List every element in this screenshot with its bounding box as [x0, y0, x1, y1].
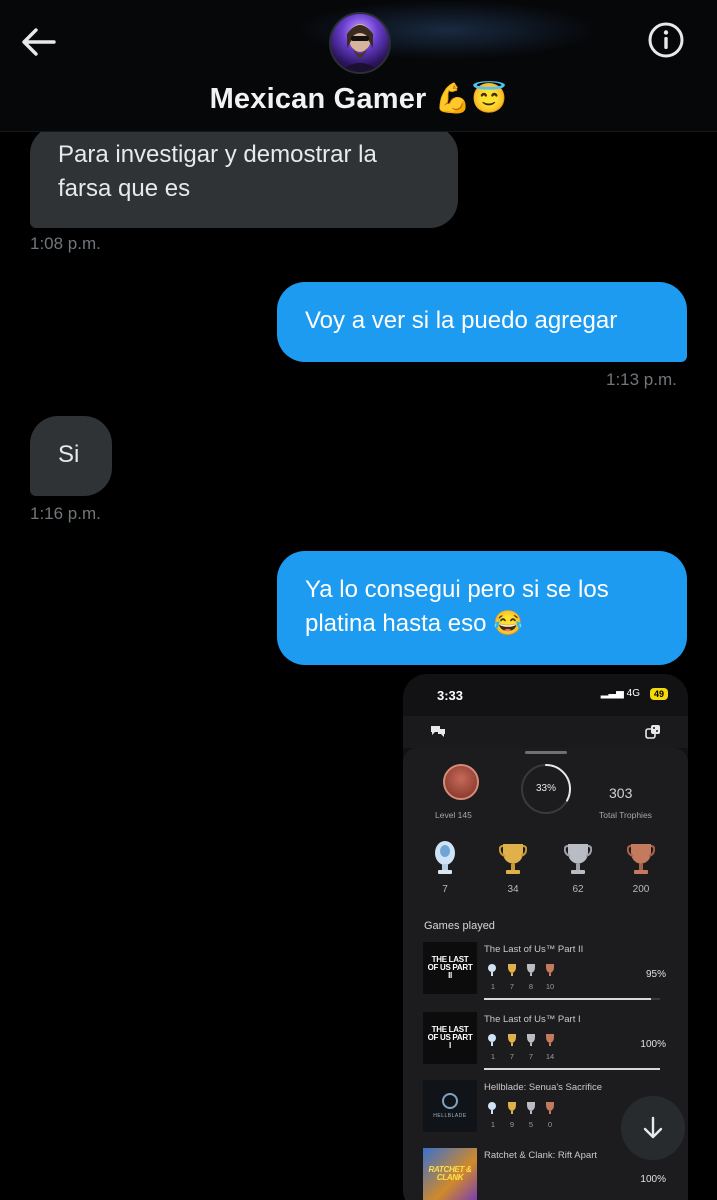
game-title: Hellblade: Senua's Sacrifice [484, 1082, 602, 1093]
platinum-count: 7 [442, 884, 448, 895]
bronze-count: 200 [632, 884, 650, 895]
signal-icon: ▂▃▅ [600, 688, 624, 699]
game-cover: THE LAST OF US PART II [423, 942, 477, 994]
trophy-mini-icons [488, 964, 554, 976]
contact-name: Mexican Gamer 💪😇 [209, 83, 508, 115]
info-button[interactable] [646, 20, 686, 60]
message-text: Para investigar y demostrar la farsa que… [58, 141, 377, 202]
chat-icon [431, 726, 445, 737]
conversation-header: Mexican Gamer 💪😇 [0, 0, 717, 132]
message-bubble-outgoing[interactable]: Voy a ver si la puedo agregar [277, 282, 687, 362]
bronze-trophy-icon [627, 844, 655, 874]
completion-bar [484, 998, 660, 1000]
battery-badge: 49 [649, 688, 668, 700]
gold-trophy-icon [499, 844, 527, 874]
total-trophies-label: Total Trophies [599, 810, 652, 820]
message-text: Si [58, 441, 80, 468]
game-title: The Last of Us™ Part I [484, 1014, 581, 1025]
trophy-counts: 1 9 5 0 [490, 1120, 553, 1129]
arrow-down-icon [643, 1116, 663, 1139]
game-cover: RATCHET & CLANK [423, 1148, 477, 1200]
silver-count: 62 [572, 884, 584, 895]
status-time: 3:33 [437, 688, 464, 703]
completion-percent: 100% [640, 1039, 666, 1050]
message-bubble-incoming[interactable]: Si [30, 416, 112, 496]
game-cover: HELLBLADE [423, 1080, 477, 1132]
message-text: Voy a ver si la puedo agregar [305, 307, 618, 334]
trophy-mini-icons [488, 1102, 554, 1114]
message-timestamp: 1:08 p.m. [30, 234, 101, 253]
arrow-left-icon [22, 28, 56, 56]
back-button[interactable] [18, 22, 58, 62]
game-cover: THE LAST OF US PART I [423, 1012, 477, 1064]
trophy-counts: 1 7 8 10 [490, 982, 555, 991]
game-row[interactable]: THE LAST OF US PART I The Last of Us™ Pa… [403, 1012, 688, 1078]
completion-bar [484, 1068, 660, 1070]
message-text: Ya lo consegui pero si se los platina ha… [305, 576, 609, 637]
status-bar: 3:33 ▂▃▅ 4G 49 [403, 674, 688, 716]
scroll-to-bottom-button[interactable] [621, 1096, 685, 1160]
avatar[interactable] [329, 12, 391, 74]
total-trophies-count: 303 [609, 785, 633, 801]
info-icon [648, 22, 684, 58]
message-timestamp: 1:13 p.m. [606, 370, 677, 389]
platinum-trophy-icon [435, 841, 455, 874]
game-row[interactable]: THE LAST OF US PART II The Last of Us™ P… [403, 942, 688, 1008]
network-indicator: ▂▃▅ 4G [600, 688, 640, 699]
hellblade-logo-icon [442, 1092, 458, 1109]
game-title: The Last of Us™ Part II [484, 944, 584, 955]
message-bubble-incoming[interactable]: Para investigar y demostrar la farsa que… [30, 126, 458, 228]
level-trophy-icon [443, 764, 479, 800]
trophy-counts: 1 7 7 14 [490, 1052, 555, 1061]
drag-handle [525, 751, 567, 754]
message-timestamp: 1:16 p.m. [30, 504, 101, 523]
game-title: Ratchet & Clank: Rift Apart [484, 1150, 597, 1161]
dice-icon [645, 725, 660, 739]
silver-trophy-icon [564, 844, 592, 874]
gold-count: 34 [507, 884, 519, 895]
level-label: Level 145 [435, 810, 472, 820]
games-played-heading: Games played [424, 920, 495, 932]
completion-percent: 95% [645, 969, 666, 980]
top-bar [403, 716, 688, 748]
progress-percent: 33% [535, 783, 556, 794]
trophy-mini-icons [488, 1034, 554, 1046]
message-bubble-outgoing[interactable]: Ya lo consegui pero si se los platina ha… [277, 551, 687, 665]
completion-percent: 100% [640, 1174, 666, 1185]
